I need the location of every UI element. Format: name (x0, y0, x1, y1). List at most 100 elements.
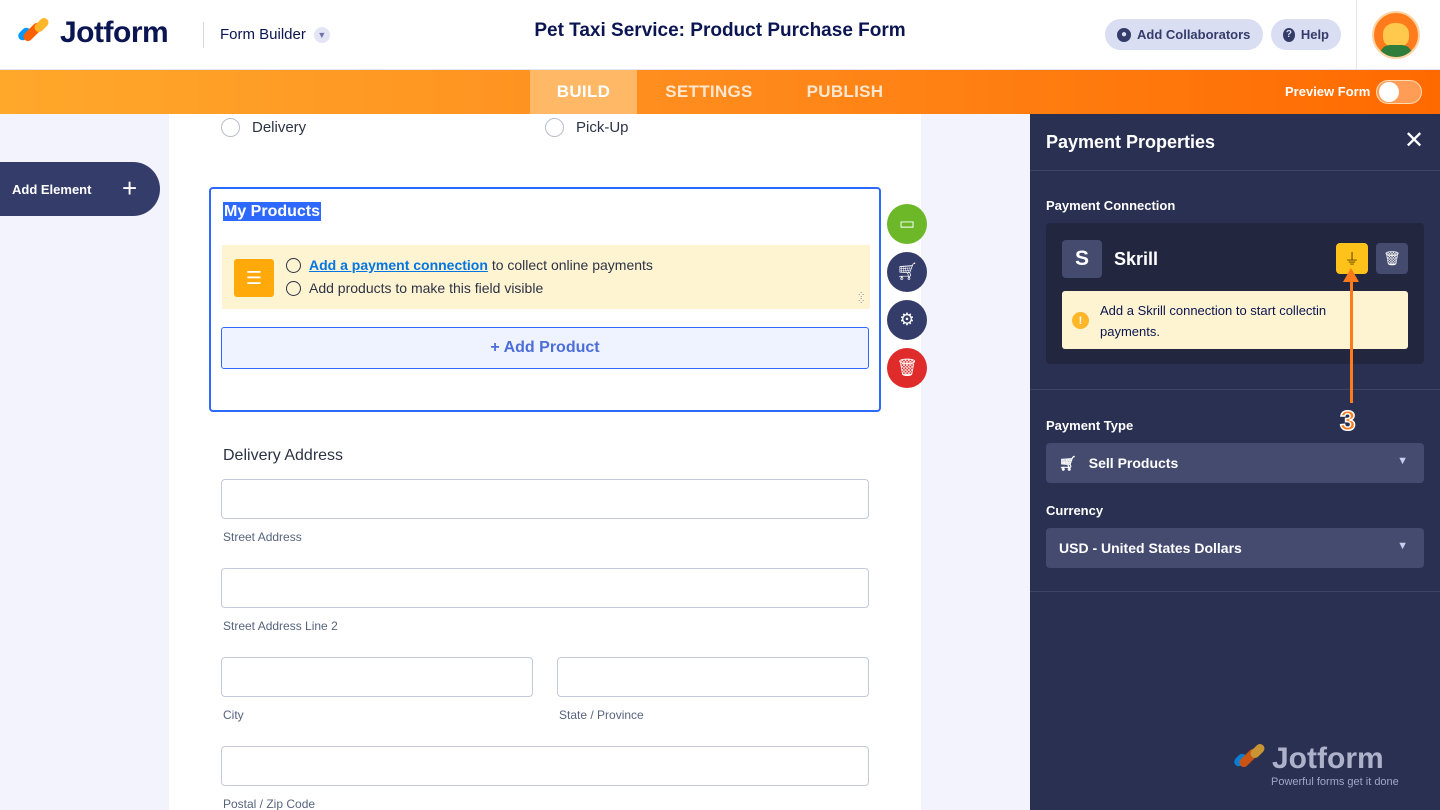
add-payment-connection-link[interactable]: Add a payment connection (309, 257, 488, 273)
form-builder-dropdown[interactable]: Form Builder ▼ (220, 26, 330, 43)
trash-icon: 🗑︎ (896, 358, 918, 377)
chevron-down-icon: ▼ (313, 26, 330, 43)
toggle-knob (1379, 82, 1399, 102)
tab-build[interactable]: BUILD (530, 70, 637, 114)
logo-text: Jotform (60, 16, 169, 49)
street-address-sublabel: Street Address (223, 530, 302, 544)
cart-icon: 🛒︎ (1059, 454, 1077, 471)
panel-title: Payment Properties (1046, 132, 1216, 152)
avatar-face (1383, 23, 1409, 47)
notice-line-2: Add products to make this field visible (286, 280, 543, 296)
add-element-label: Add Element (12, 181, 92, 197)
footer-jotform-logo: Jotform (1232, 742, 1384, 776)
payment-type-value: Sell Products (1088, 455, 1179, 471)
payment-notice: ☰ Add a payment connection to collect on… (222, 245, 870, 309)
add-product-button[interactable]: + Add Product (221, 327, 869, 369)
payment-settings-button[interactable]: ▭ (887, 204, 927, 244)
preview-form-toggle[interactable] (1376, 80, 1422, 104)
products-field-title[interactable]: My Products (223, 202, 322, 221)
warning-line-2: payments. (1100, 324, 1160, 339)
warning-icon: ! (1072, 312, 1089, 329)
remove-gateway-button[interactable]: 🗑︎ (1376, 243, 1408, 274)
field-settings-button[interactable]: ⚙ (887, 300, 927, 340)
annotation-step-number: 3 (1339, 404, 1356, 437)
header-divider (203, 22, 204, 48)
city-input[interactable] (221, 657, 533, 697)
checklist-icon: ☰ (234, 259, 274, 297)
header-divider-right (1356, 0, 1357, 70)
add-collaborators-button[interactable]: ● Add Collaborators (1105, 19, 1263, 50)
tab-publish[interactable]: PUBLISH (790, 70, 900, 114)
plus-icon: + (122, 173, 138, 203)
panel-divider (1030, 591, 1440, 592)
postal-code-sublabel: Postal / Zip Code (223, 797, 316, 810)
postal-code-input[interactable] (221, 746, 869, 786)
radio-label: Delivery (252, 119, 307, 136)
payment-type-label: Payment Type (1046, 418, 1134, 433)
products-button[interactable]: 🛒︎ (887, 252, 927, 292)
top-header: Jotform Form Builder ▼ Pet Taxi Service:… (0, 0, 1440, 70)
currency-select[interactable]: USD - United States Dollars ▼ (1046, 528, 1424, 568)
city-sublabel: City (223, 708, 244, 722)
notice-line-1-rest: to collect online payments (491, 257, 653, 273)
jotform-logo-icon (16, 16, 51, 49)
notice-line-1: Add a payment connection to collect onli… (286, 257, 653, 273)
chevron-down-icon: ▼ (1397, 540, 1408, 552)
tab-settings[interactable]: SETTINGS (645, 70, 773, 114)
bullet-circle-icon (286, 257, 301, 273)
products-field[interactable]: My Products ☰ Add a payment connection t… (209, 187, 881, 412)
cart-icon: 🛒︎ (896, 262, 918, 281)
gateway-card: S Skrill ⏚ 🗑︎ ! Add a Skrill connection … (1046, 223, 1424, 364)
form-builder-label: Form Builder (220, 26, 306, 43)
footer-tagline: Powerful forms get it done (1271, 776, 1399, 788)
radio-option-delivery[interactable]: Delivery (221, 118, 306, 137)
delivery-address-label: Delivery Address (223, 447, 344, 464)
street-address-2-input[interactable] (221, 568, 869, 608)
gateway-name: Skrill (1114, 249, 1159, 269)
payment-connection-label: Payment Connection (1046, 198, 1176, 213)
jotform-logo[interactable]: Jotform (16, 16, 169, 50)
user-icon: ● (1117, 27, 1131, 42)
add-element-button[interactable]: Add Element + (0, 162, 160, 216)
drag-handle-icon[interactable]: ⁘ ⁘ (857, 291, 867, 307)
form-title[interactable]: Pet Taxi Service: Product Purchase Form (520, 20, 920, 42)
payment-properties-panel: Payment Properties ✕ Payment Connection … (1030, 114, 1440, 810)
radio-button[interactable] (221, 118, 240, 137)
state-sublabel: State / Province (559, 708, 644, 722)
annotation-arrow-head (1343, 268, 1359, 282)
state-input[interactable] (557, 657, 869, 697)
help-label: Help (1300, 27, 1329, 42)
currency-value: USD - United States Dollars (1059, 540, 1242, 556)
panel-header: Payment Properties ✕ (1030, 114, 1440, 171)
avatar[interactable] (1372, 11, 1420, 59)
help-button[interactable]: ? Help (1271, 19, 1341, 50)
notice-line-1-text: Add a payment connection to collect onli… (309, 257, 653, 273)
warning-text: Add a Skrill connection to start collect… (1100, 300, 1400, 342)
radio-button[interactable] (545, 118, 564, 137)
gear-icon: ⚙ (899, 310, 915, 329)
payment-type-select[interactable]: 🛒︎ Sell Products ▼ (1046, 443, 1424, 483)
avatar-body (1380, 45, 1412, 57)
delete-field-button[interactable]: 🗑︎ (887, 348, 927, 388)
plug-icon: ⏚ (1344, 251, 1360, 268)
warning-line-1: Add a Skrill connection to start collect… (1100, 303, 1327, 318)
credit-card-icon: ▭ (898, 214, 916, 233)
radio-label: Pick-Up (576, 119, 629, 136)
notice-line-2-text: Add products to make this field visible (309, 280, 544, 296)
builder-nav: BUILD SETTINGS PUBLISH Preview Form (0, 70, 1440, 114)
bullet-circle-icon (286, 280, 301, 296)
street-address-2-sublabel: Street Address Line 2 (223, 619, 338, 633)
connection-warning: ! Add a Skrill connection to start colle… (1062, 291, 1408, 349)
chevron-down-icon: ▼ (1397, 455, 1408, 467)
preview-form-label: Preview Form (1285, 84, 1371, 99)
street-address-input[interactable] (221, 479, 869, 519)
annotation-arrow-line (1350, 279, 1353, 403)
add-collaborators-label: Add Collaborators (1137, 27, 1251, 42)
skrill-logo: S (1062, 240, 1102, 278)
footer-logo-text: Jotform (1272, 742, 1384, 775)
panel-divider (1030, 389, 1440, 390)
trash-icon: 🗑︎ (1383, 250, 1401, 266)
help-icon: ? (1283, 27, 1295, 42)
close-icon[interactable]: ✕ (1404, 128, 1424, 154)
radio-option-pickup[interactable]: Pick-Up (545, 118, 629, 137)
